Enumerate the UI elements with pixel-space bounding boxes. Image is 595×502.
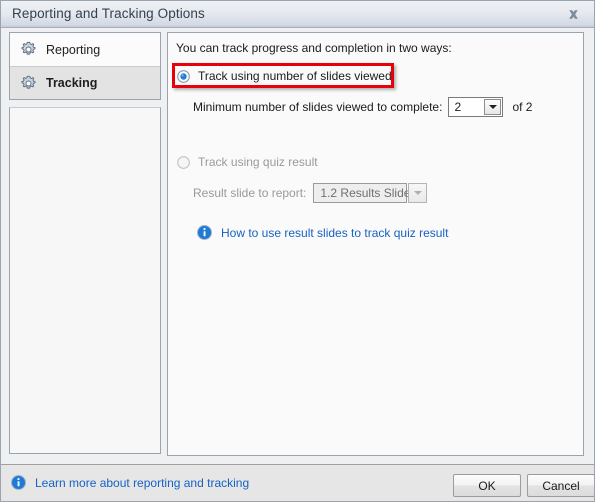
result-slide-row: Result slide to report: 1.2 Results Slid…: [193, 183, 428, 203]
close-icon: [567, 8, 580, 21]
total-slides-label: of 2: [512, 100, 533, 114]
learn-more-link[interactable]: Learn more about reporting and tracking: [11, 475, 249, 490]
learn-more-text: Learn more about reporting and tracking: [35, 475, 250, 490]
minimum-slides-value: 2: [454, 100, 462, 114]
window-title: Reporting and Tracking Options: [12, 6, 205, 21]
dropdown-arrow-button[interactable]: [484, 99, 502, 115]
radio-track-quiz-result[interactable]: Track using quiz result: [177, 155, 318, 169]
sidebar-item-label: Reporting: [46, 42, 101, 57]
dropdown-arrow-button[interactable]: [408, 183, 428, 203]
footer-bar: Learn more about reporting and tracking …: [1, 464, 594, 501]
help-link-text: How to use result slides to track quiz r…: [221, 225, 449, 240]
minimum-slides-label: Minimum number of slides viewed to compl…: [193, 100, 443, 114]
radio-label-track-slides: Track using number of slides viewed: [198, 69, 392, 83]
cancel-button[interactable]: Cancel: [527, 474, 594, 497]
radio-label-track-quiz: Track using quiz result: [198, 155, 318, 169]
radio-selected-icon: [177, 69, 190, 83]
minimum-slides-row: Minimum number of slides viewed to compl…: [193, 97, 532, 117]
sidebar: Reporting Tracking: [9, 32, 161, 454]
ok-button[interactable]: OK: [453, 474, 521, 497]
title-bar: Reporting and Tracking Options: [1, 1, 594, 28]
intro-text: You can track progress and completion in…: [176, 41, 452, 55]
sidebar-nav-list: Reporting Tracking: [9, 32, 161, 100]
close-button[interactable]: [558, 3, 588, 25]
sidebar-empty-panel: [9, 107, 161, 454]
chevron-down-icon: [488, 105, 497, 109]
minimum-slides-dropdown[interactable]: 2: [448, 97, 504, 117]
result-slide-value: 1.2 Results Slide: [313, 183, 410, 203]
radio-track-slides-viewed[interactable]: Track using number of slides viewed: [177, 69, 392, 83]
reporting-tracking-options-dialog: Reporting and Tracking Options Reporting: [0, 0, 595, 502]
sidebar-item-reporting[interactable]: Reporting: [10, 33, 160, 66]
help-link-quiz-result[interactable]: How to use result slides to track quiz r…: [197, 225, 448, 240]
chevron-down-icon: [413, 191, 422, 195]
gear-icon: [20, 41, 37, 58]
result-slide-dropdown[interactable]: 1.2 Results Slide: [313, 183, 428, 203]
radio-unselected-icon: [177, 155, 190, 169]
info-icon: [197, 225, 212, 240]
sidebar-item-tracking[interactable]: Tracking: [10, 66, 160, 99]
sidebar-item-label: Tracking: [46, 76, 98, 90]
content-panel: You can track progress and completion in…: [167, 32, 584, 456]
result-slide-label: Result slide to report:: [193, 186, 307, 200]
info-icon: [11, 475, 26, 490]
gear-icon: [20, 75, 37, 92]
